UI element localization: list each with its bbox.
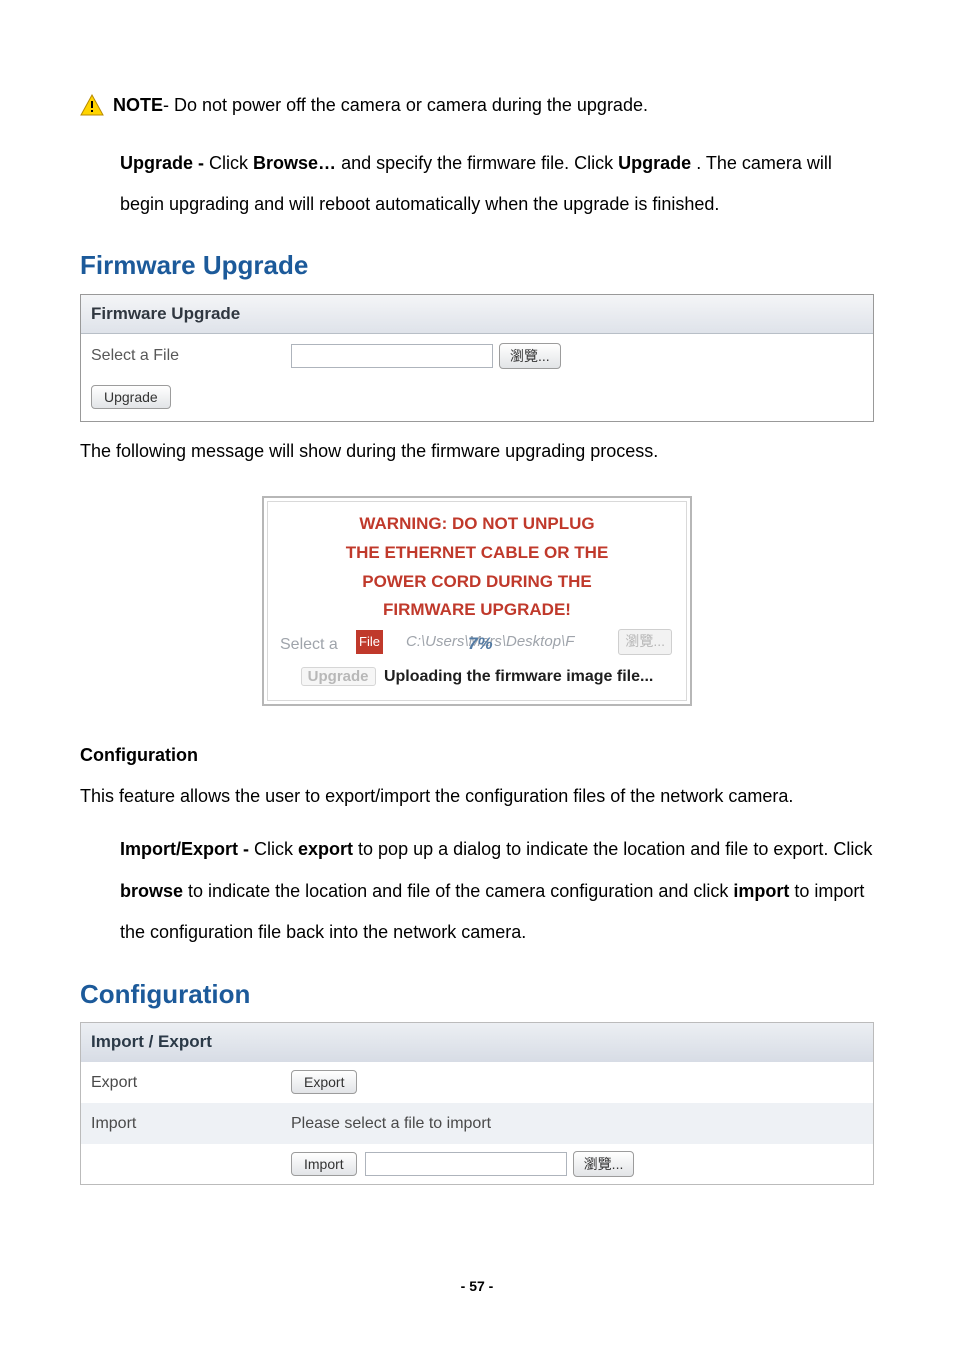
- config-desc: This feature allows the user to export/i…: [80, 781, 874, 812]
- firmware-heading: Firmware Upgrade: [80, 243, 874, 287]
- progress-percent: 7%: [468, 630, 493, 659]
- file-input[interactable]: [291, 344, 493, 368]
- note-label: NOTE: [113, 90, 163, 121]
- import-msg: Please select a file to import: [291, 1110, 491, 1137]
- import-label: Import: [91, 1110, 291, 1137]
- browse-button[interactable]: 瀏覽...: [499, 343, 561, 369]
- uploading-line: Upgrade Uploading the firmware image fil…: [276, 663, 678, 690]
- overlay-file: File: [356, 630, 383, 654]
- config-subheading: Import / Export: [81, 1023, 873, 1062]
- select-file-row: Select a File 瀏覽...: [81, 334, 873, 377]
- firmware-panel: Firmware Upgrade Select a File 瀏覽... Upg…: [80, 294, 874, 422]
- warning-dialog: WARNING: DO NOT UNPLUG THE ETHERNET CABL…: [262, 496, 692, 706]
- select-file-label: Select a File: [91, 342, 291, 369]
- upgrade-paragraph: Upgrade - Click Browse… and specify the …: [120, 143, 874, 226]
- page-number: - 57 -: [80, 1275, 874, 1299]
- ghost-select-label: Select a: [280, 631, 338, 658]
- firmware-subheading: Firmware Upgrade: [81, 295, 873, 335]
- upgrade-button[interactable]: Upgrade: [91, 385, 171, 409]
- import-file-input[interactable]: [365, 1152, 567, 1176]
- configuration-subhead: Configuration: [80, 740, 874, 771]
- ghost-upgrade-btn: Upgrade: [301, 667, 376, 686]
- warning-icon: [80, 94, 104, 116]
- import-action-row: Import 瀏覽...: [81, 1144, 873, 1184]
- import-export-paragraph: Import/Export - Click export to pop up a…: [120, 829, 874, 953]
- import-row: Import Please select a file to import: [81, 1103, 873, 1144]
- warn-line-3: POWER CORD DURING THE: [276, 570, 678, 595]
- ghost-browse: 瀏覽...: [618, 629, 672, 655]
- export-button[interactable]: Export: [291, 1070, 357, 1094]
- ghost-row: Select a File C:\Users\Mars\Desktop\F 7%…: [276, 627, 678, 657]
- note-text: - Do not power off the camera or camera …: [163, 90, 648, 121]
- config-panel: Import / Export Export Export Import Ple…: [80, 1022, 874, 1185]
- following-message: The following message will show during t…: [80, 436, 874, 467]
- note-line: NOTE - Do not power off the camera or ca…: [80, 90, 874, 121]
- warn-line-1: WARNING: DO NOT UNPLUG: [276, 512, 678, 537]
- export-row: Export Export: [81, 1062, 873, 1103]
- warn-line-4: FIRMWARE UPGRADE!: [276, 598, 678, 623]
- export-label: Export: [91, 1069, 291, 1096]
- warn-line-2: THE ETHERNET CABLE OR THE: [276, 541, 678, 566]
- import-button[interactable]: Import: [291, 1152, 357, 1176]
- import-browse-button[interactable]: 瀏覽...: [573, 1151, 635, 1177]
- config-heading: Configuration: [80, 972, 874, 1016]
